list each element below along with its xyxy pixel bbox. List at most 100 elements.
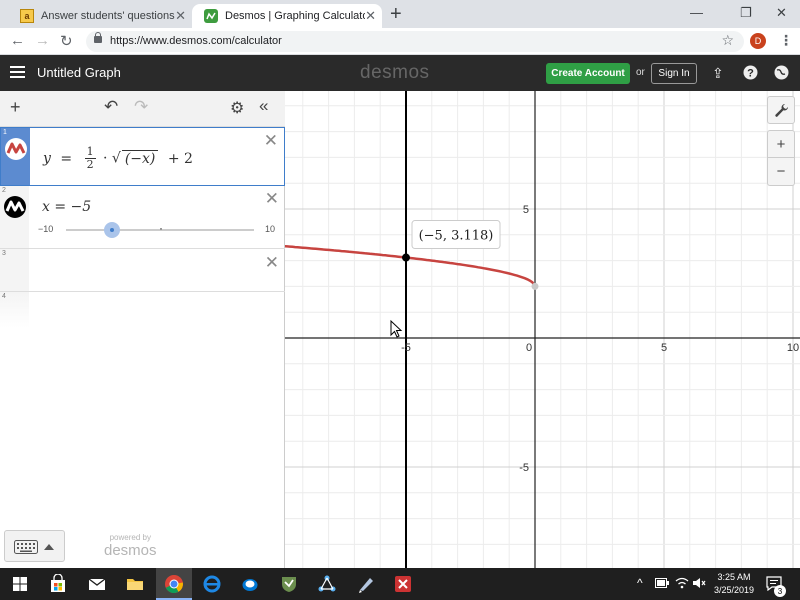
add-item-icon[interactable]: +	[10, 97, 21, 118]
keyboard-toggle-button[interactable]	[4, 530, 65, 562]
expression-number: 4	[2, 293, 6, 300]
close-window-icon[interactable]: ✕	[776, 5, 787, 21]
expression-gutter: 1	[1, 128, 30, 185]
graph-settings-wrench-button[interactable]	[767, 96, 795, 124]
desmos-header: Untitled Graph desmos Create Account or …	[0, 55, 800, 91]
new-tab-icon[interactable]: +	[390, 3, 402, 26]
windows-start-icon[interactable]	[10, 574, 30, 594]
expression-row-2[interactable]: 2 x = −5 −10 10 ✕	[0, 186, 285, 249]
graph-title[interactable]: Untitled Graph	[37, 65, 121, 80]
collapse-panel-icon[interactable]: «	[259, 96, 268, 116]
slider-min-label[interactable]: −10	[38, 224, 53, 234]
url-omnibox[interactable]: https://www.desmos.com/calculator ☆	[86, 31, 744, 52]
mail-icon[interactable]	[87, 574, 107, 594]
graph-color-icon[interactable]	[3, 195, 27, 219]
delete-expression-icon[interactable]: ✕	[264, 131, 278, 151]
y-tick-label: -5	[519, 462, 529, 474]
desmos-logo: desmos	[360, 62, 430, 83]
help-icon[interactable]: ?	[743, 65, 758, 83]
notification-badge: 3	[774, 585, 786, 597]
y-tick-label: 5	[523, 204, 529, 216]
mouse-cursor-icon	[390, 319, 403, 338]
slider-handle[interactable]	[104, 222, 120, 238]
expression-gutter: 2	[0, 186, 29, 248]
ie-icon[interactable]	[202, 574, 222, 594]
svg-text:?: ?	[747, 68, 754, 80]
chrome-icon[interactable]	[164, 574, 184, 594]
store-icon[interactable]	[48, 574, 68, 594]
graph-paper[interactable]: -5 0 5 10 5 -5 (−5, 3.118)	[285, 91, 800, 568]
expression-gutter: 4	[0, 292, 29, 328]
app-network-icon[interactable]	[317, 574, 337, 594]
expression-number: 2	[2, 187, 6, 194]
forward-icon[interactable]: →	[35, 32, 50, 49]
profile-avatar[interactable]: D	[750, 33, 766, 49]
battery-icon[interactable]	[655, 578, 669, 588]
wrench-icon	[774, 103, 788, 117]
expression-number: 1	[3, 129, 7, 136]
x-tick-label: -5	[401, 342, 411, 354]
expression-math[interactable]: y = 12 · √ (−x) + 2	[43, 146, 193, 171]
browser-tab-answer[interactable]: a Answer students' questions and e ✕	[8, 4, 192, 28]
point-label: (−5, 3.118)	[419, 229, 494, 244]
tab-title: Desmos | Graphing Calculator	[225, 10, 365, 22]
zoom-in-button[interactable]: +	[767, 130, 795, 158]
show-hidden-icons-icon[interactable]: ^	[637, 576, 643, 590]
zoom-out-button[interactable]: −	[767, 158, 795, 186]
onedrive-icon[interactable]	[240, 574, 260, 594]
browser-menu-icon[interactable]: ⋮	[779, 32, 793, 49]
app-pen-icon[interactable]	[356, 574, 376, 594]
browser-tab-desmos[interactable]: Desmos | Graphing Calculator ✕	[192, 4, 382, 28]
sign-in-button[interactable]: Sign In	[651, 63, 697, 84]
back-icon[interactable]: ←	[10, 32, 25, 49]
hamburger-menu-icon[interactable]	[10, 66, 25, 78]
windows-taskbar: ^ 3:25 AM 3/25/2019 3	[0, 568, 800, 600]
expression-math[interactable]: x = −5	[42, 199, 91, 215]
x-tick-label: 5	[661, 342, 667, 354]
expression-toolbar: + ↶ ↷ ⚙ «	[0, 91, 285, 127]
create-account-button[interactable]: Create Account	[546, 63, 630, 84]
minimize-icon[interactable]: —	[690, 5, 703, 20]
volume-icon[interactable]	[692, 576, 706, 590]
clock-date[interactable]: 3/25/2019	[709, 585, 759, 595]
graph-color-icon[interactable]	[4, 137, 28, 161]
redo-icon[interactable]: ↷	[134, 97, 148, 117]
expression-row-3[interactable]: 3 ✕	[0, 249, 285, 292]
powered-by-desmos[interactable]: powered by desmos	[104, 533, 157, 559]
bookmark-star-icon[interactable]: ☆	[721, 32, 734, 49]
graph-canvas[interactable]: -5 0 5 10 5 -5 (−5, 3.118)	[285, 91, 800, 568]
restore-icon[interactable]: ❐	[740, 5, 752, 21]
x-tick-label: 10	[787, 342, 799, 354]
reload-icon[interactable]: ↻	[60, 32, 73, 50]
x-tick-label: 0	[526, 342, 532, 354]
desmos-favicon-icon	[204, 9, 218, 23]
expression-panel: + ↶ ↷ ⚙ « 1 y = 12 · √ (−x) + 2 ✕ 2 x = …	[0, 91, 285, 568]
app-red-icon[interactable]	[393, 574, 413, 594]
expression-number: 3	[2, 250, 6, 257]
expression-row-4[interactable]: 4	[0, 292, 285, 328]
close-tab-icon[interactable]: ✕	[365, 8, 376, 24]
clock-time[interactable]: 3:25 AM	[709, 572, 759, 582]
delete-expression-icon[interactable]: ✕	[265, 253, 279, 273]
curve-endpoint	[531, 282, 539, 290]
caret-up-icon	[44, 544, 54, 550]
or-text: or	[636, 67, 645, 78]
slider-max-label[interactable]: 10	[265, 224, 275, 234]
expression-gutter: 3	[0, 249, 29, 291]
browser-tab-strip: a Answer students' questions and e ✕ Des…	[0, 0, 800, 28]
minus-icon: −	[776, 163, 786, 180]
settings-gear-icon[interactable]: ⚙	[230, 98, 244, 118]
app-shield-icon[interactable]	[279, 574, 299, 594]
delete-expression-icon[interactable]: ✕	[265, 189, 279, 209]
file-explorer-icon[interactable]	[125, 574, 145, 594]
expression-row-1[interactable]: 1 y = 12 · √ (−x) + 2 ✕	[0, 127, 285, 186]
language-globe-icon[interactable]	[774, 65, 789, 83]
url-text[interactable]: https://www.desmos.com/calculator	[110, 35, 282, 47]
intersection-point	[402, 253, 410, 262]
wifi-icon[interactable]	[675, 576, 689, 590]
undo-icon[interactable]: ↶	[104, 97, 118, 117]
tab-title: Answer students' questions and e	[41, 10, 177, 22]
share-icon[interactable]: ⇪	[712, 65, 724, 82]
keyboard-icon	[14, 540, 38, 554]
close-tab-icon[interactable]: ✕	[175, 8, 186, 24]
